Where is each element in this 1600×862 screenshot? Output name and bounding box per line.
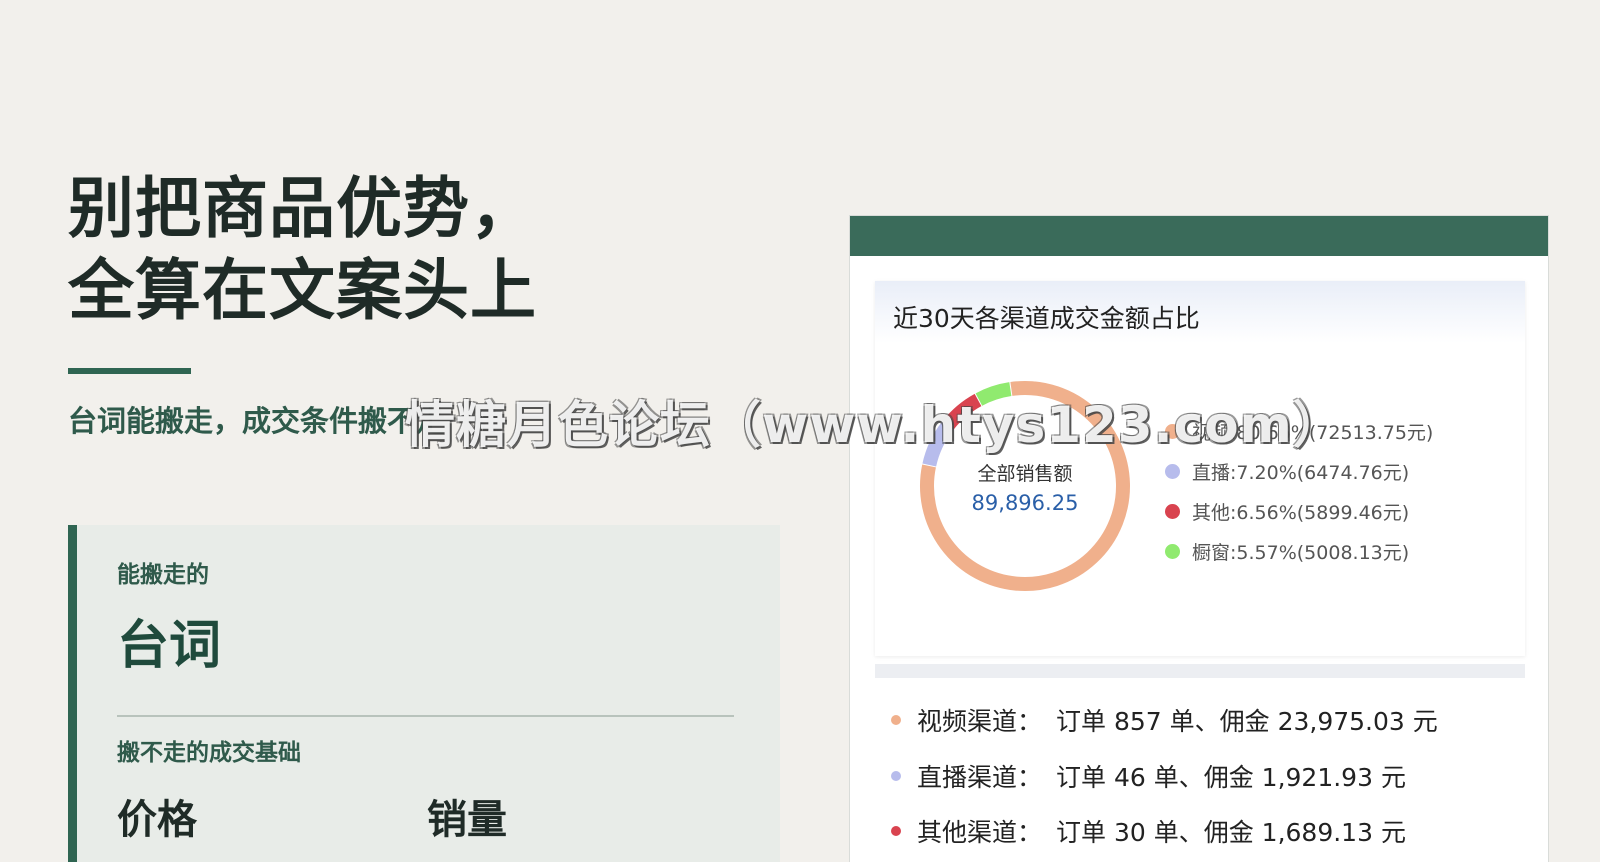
legend-dot <box>1165 543 1180 559</box>
donut-center-label: 全部销售额 <box>977 463 1073 485</box>
donut-center-value: 89,896.25 <box>971 491 1079 515</box>
channel-label: 其他渠道： <box>917 818 1043 847</box>
page: 别把商品优势， 全算在文案头上 台词能搬走，成交条件搬不走 能搬走的 台词 搬不… <box>0 0 1600 862</box>
headline: 别把商品优势， 全算在文案头上 <box>68 168 537 332</box>
card-main-label: 台词 <box>117 616 222 676</box>
bullet-dot <box>891 826 901 836</box>
card-divider <box>117 715 734 717</box>
donut-chart <box>920 381 1130 591</box>
legend-dot <box>1165 423 1180 439</box>
bullet-dot <box>891 715 901 725</box>
legend-label: 其他:6.56%(5899.46元) <box>1192 501 1410 524</box>
card-item-price: 价格 <box>117 797 197 843</box>
chart-legend: 视频:80.66%(72513.75元) 直播:7.20%(6474.76元) … <box>1165 411 1433 571</box>
legend-label: 视频:80.66%(72513.75元) <box>1192 421 1434 444</box>
panel-top-bar <box>850 216 1548 256</box>
channel-label: 视频渠道： <box>917 707 1043 736</box>
legend-dot <box>1165 463 1180 479</box>
channel-line-live: 直播渠道： 订单 46 单、佣金 1,921.93 元 <box>891 758 1406 794</box>
channel-detail: 订单 46 单、佣金 1,921.93 元 <box>1056 763 1406 792</box>
donut-slice-window <box>975 382 1012 406</box>
headline-line-1: 别把商品优势， <box>68 170 537 247</box>
channel-detail: 订单 857 单、佣金 23,975.03 元 <box>1056 707 1438 736</box>
channel-summary: 视频渠道： 订单 857 单、佣金 23,975.03 元 直播渠道： 订单 4… <box>875 664 1525 862</box>
card-kicker-movable: 能搬走的 <box>117 562 209 588</box>
legend-item-live: 直播:7.20%(6474.76元) <box>1165 451 1433 491</box>
card-kicker-fixed: 搬不走的成交基础 <box>117 740 301 766</box>
donut-slice-other <box>942 393 982 430</box>
info-card: 能搬走的 台词 搬不走的成交基础 价格 销量 <box>68 525 780 862</box>
channel-line-other: 其他渠道： 订单 30 单、佣金 1,689.13 元 <box>891 813 1406 849</box>
channel-detail: 订单 30 单、佣金 1,689.13 元 <box>1056 818 1406 847</box>
headline-line-2: 全算在文案头上 <box>68 252 537 329</box>
legend-label: 橱窗:5.57%(5008.13元) <box>1192 541 1410 564</box>
legend-item-other: 其他:6.56%(5899.46元) <box>1165 491 1433 531</box>
chart-card: 近30天各渠道成交金额占比 全部销售额 89,896.25 视频:80.66%(… <box>875 281 1525 656</box>
chart-title: 近30天各渠道成交金额占比 <box>893 304 1200 333</box>
card-item-sales: 销量 <box>427 797 507 843</box>
channel-line-video: 视频渠道： 订单 857 单、佣金 23,975.03 元 <box>891 702 1438 738</box>
chart-header: 近30天各渠道成交金额占比 <box>875 281 1525 343</box>
legend-item-video: 视频:80.66%(72513.75元) <box>1165 411 1433 451</box>
channel-label: 直播渠道： <box>917 763 1043 792</box>
legend-dot <box>1165 503 1180 519</box>
screenshot-panel: 近30天各渠道成交金额占比 全部销售额 89,896.25 视频:80.66%(… <box>849 215 1549 862</box>
subtitle: 台词能搬走，成交条件搬不走 <box>68 404 446 438</box>
legend-item-window: 橱窗:5.57%(5008.13元) <box>1165 531 1433 571</box>
accent-rule <box>68 368 191 374</box>
bullet-dot <box>891 771 901 781</box>
legend-label: 直播:7.20%(6474.76元) <box>1192 461 1410 484</box>
